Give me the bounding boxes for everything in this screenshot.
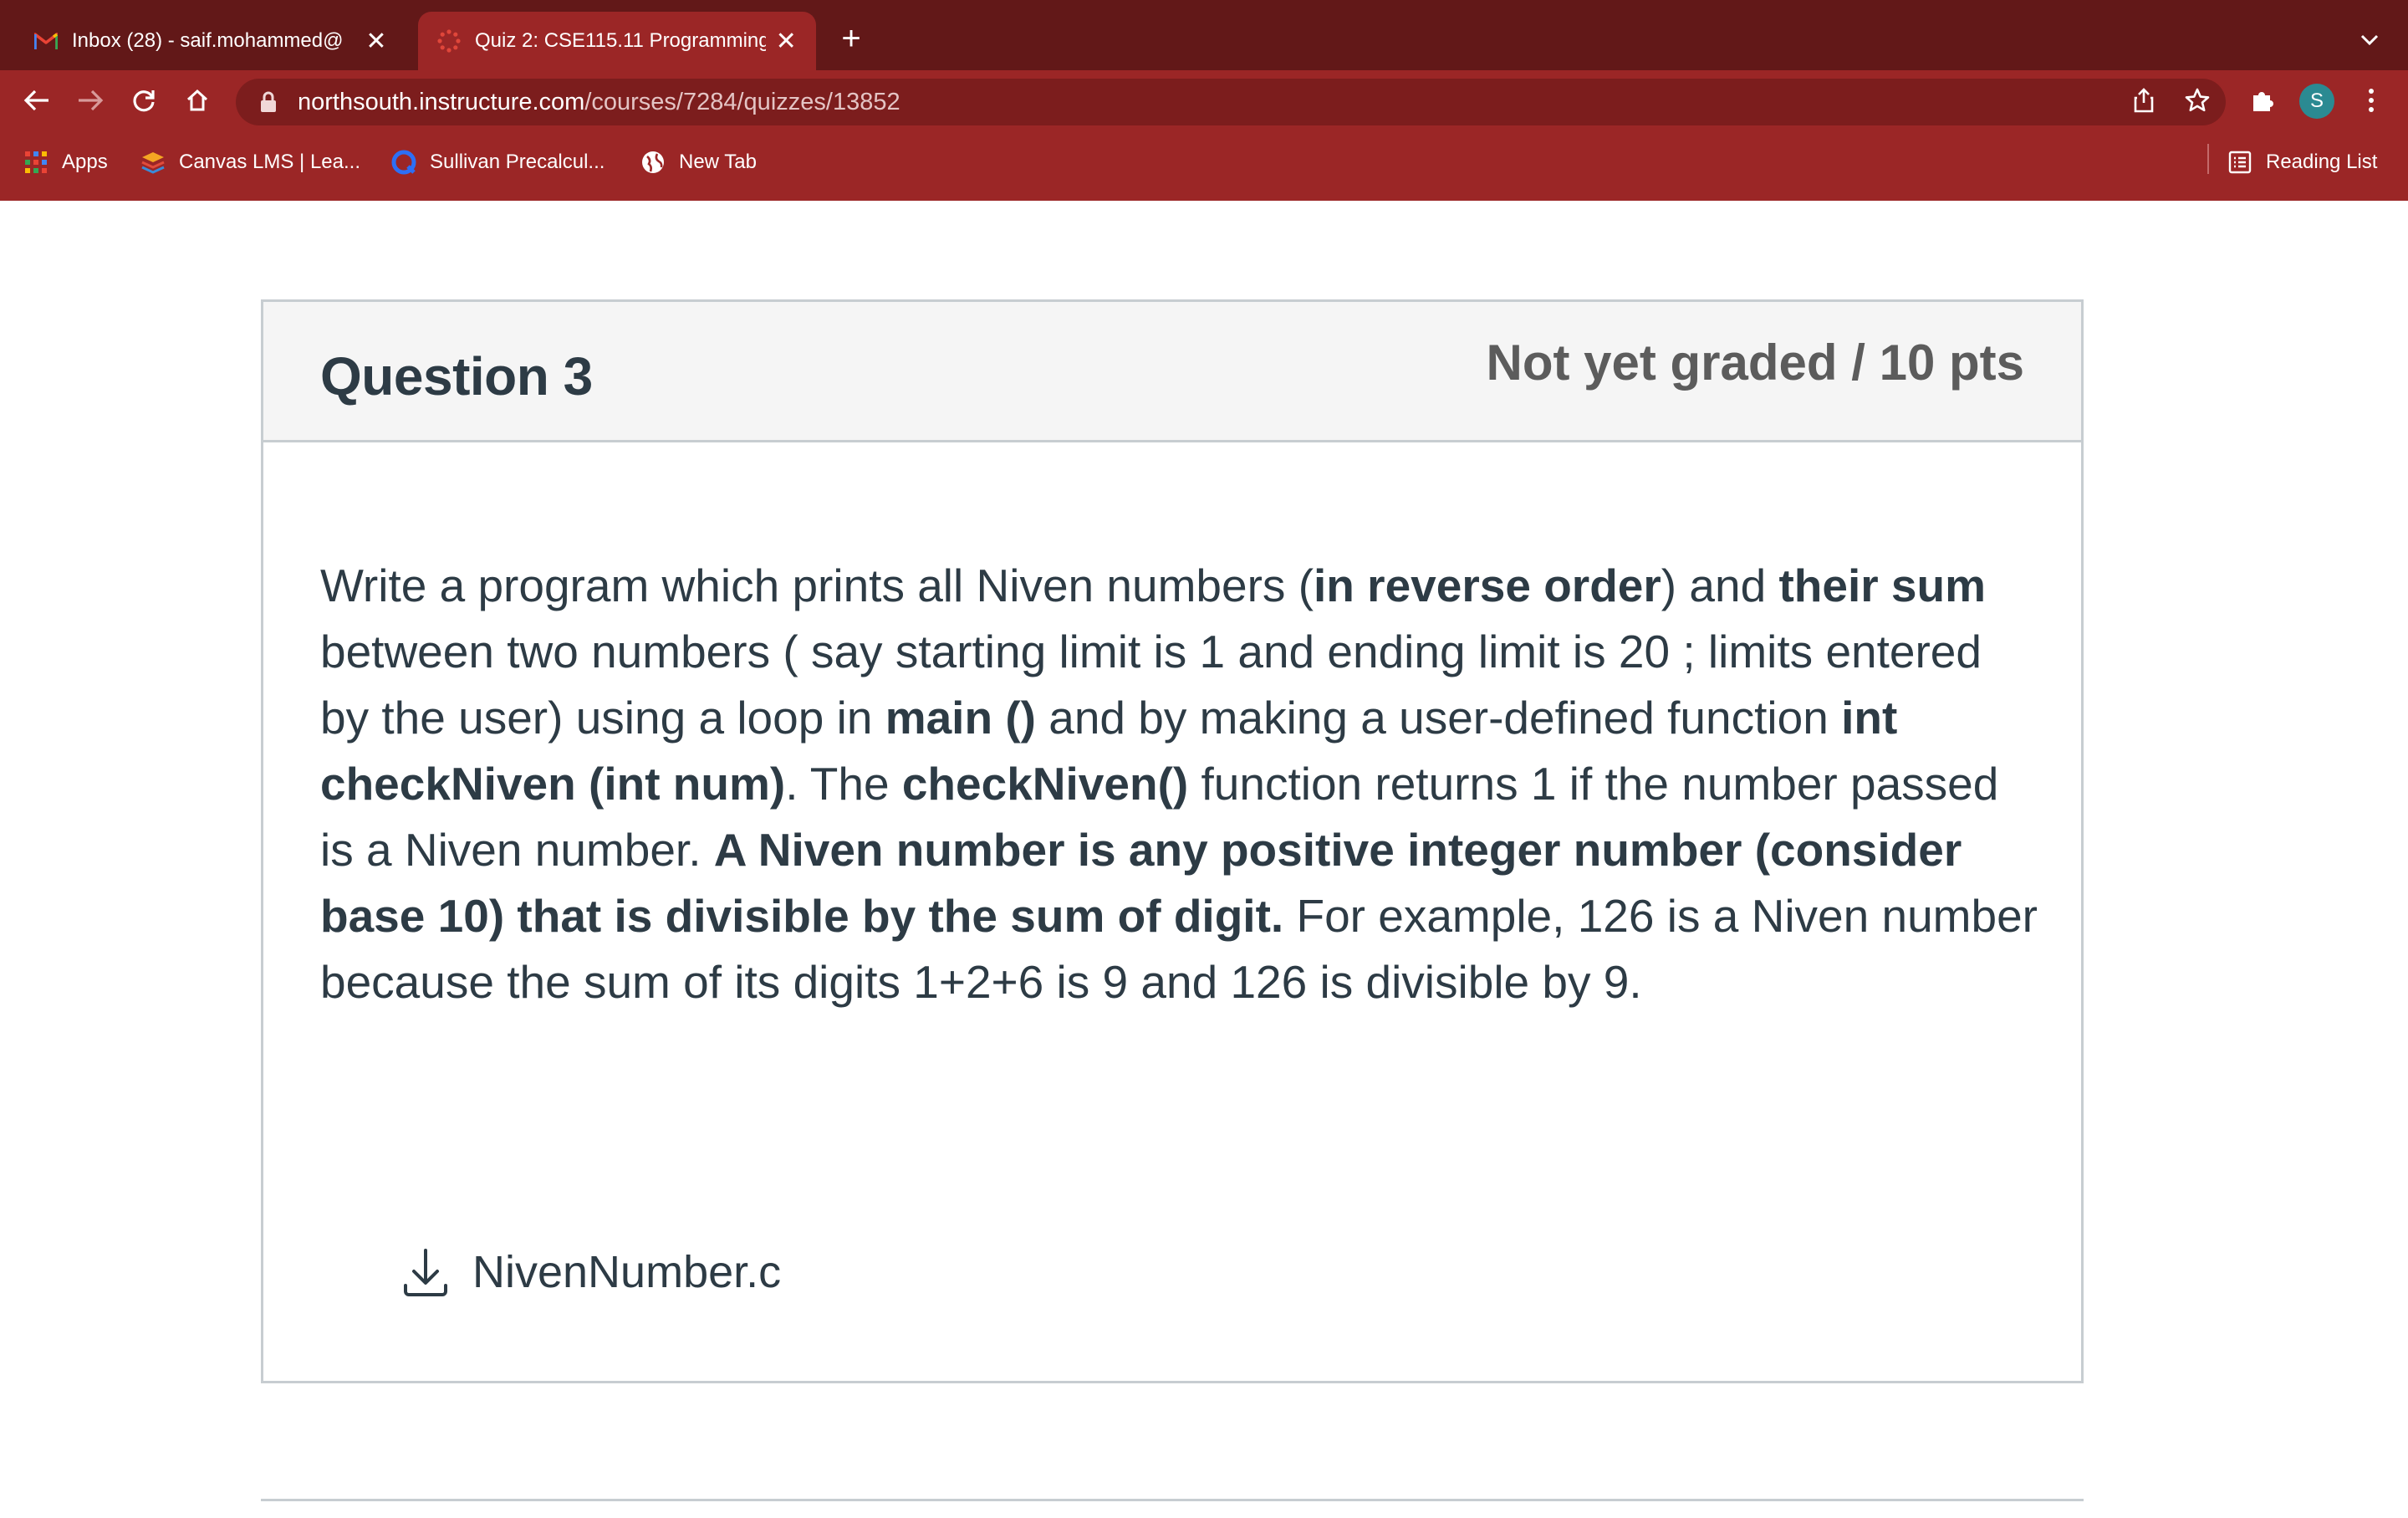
reload-icon[interactable] [124,80,164,120]
address-bar[interactable]: northsouth.instructure.com/courses/7284/… [236,79,2226,125]
tab-quiz[interactable]: Quiz 2: CSE115.11 Programming ✕ [418,12,816,70]
bookmark-new-tab[interactable]: New Tab [640,141,757,184]
bookmark-apps[interactable]: Apps [23,141,108,184]
next-question-card-edge [261,1499,2084,1518]
url-text: northsouth.instructure.com/courses/7284/… [298,89,900,116]
question-text: Write a program which prints all Niven n… [320,553,2043,1015]
download-icon [400,1245,451,1299]
question-text-emphasis: checkNiven() [901,758,1189,810]
bookmarks-divider [2207,144,2209,174]
question-header: Question 3 Not yet graded / 10 pts [263,302,2081,442]
globe-icon [640,150,666,175]
question-text-emphasis: main () [885,692,1036,744]
bookmark-star-icon[interactable] [2177,80,2217,120]
bookmark-canvas-lms[interactable]: Canvas LMS | Lea... [140,141,360,184]
tab-close-icon[interactable]: ✕ [774,28,798,55]
attachment-link[interactable]: NivenNumber.c [400,1239,781,1306]
lock-icon[interactable] [259,91,278,113]
reading-list-icon [2227,150,2252,175]
bookmark-label: Apps [62,151,108,173]
url-path: /courses/7284/quizzes/13852 [584,88,900,115]
reading-list-label: Reading List [2266,151,2378,173]
tab-close-icon[interactable]: ✕ [365,28,388,55]
tab-gmail-inbox[interactable]: Inbox (28) - saif.mohammed@ ✕ [15,12,406,70]
bookmark-label: Sullivan Precalcul... [430,151,605,173]
question-text-segment: . The [785,758,902,810]
canvas-layers-icon [140,150,166,175]
question-text-emphasis: in reverse order [1314,560,1661,611]
apps-grid-icon [23,150,48,175]
question-points: Not yet graded / 10 pts [1486,335,2024,391]
bookmark-label: New Tab [679,151,757,173]
url-host: northsouth.instructure.com [298,88,585,115]
question-text-segment: Write a program which prints all Niven n… [320,560,1314,611]
browser-menu-kebab-icon[interactable] [2351,80,2391,120]
back-arrow-icon[interactable] [17,80,57,120]
question-text-emphasis: their sum [1778,560,1987,611]
bookmark-sullivan-precalculus[interactable]: Sullivan Precalcul... [391,141,605,184]
bookmark-label: Canvas LMS | Lea... [179,151,361,173]
share-icon[interactable] [2124,80,2164,120]
question-card: Question 3 Not yet graded / 10 pts Write… [261,299,2084,1383]
q-logo-icon [391,150,416,175]
question-title: Question 3 [320,346,593,406]
canvas-icon [436,28,462,54]
home-icon[interactable] [177,80,217,120]
question-text-segment: and by making a user-defined function [1035,692,1842,744]
forward-arrow-icon[interactable] [70,80,110,120]
tab-search-chevron-down-icon[interactable] [2351,22,2388,59]
attachment-filename: NivenNumber.c [472,1247,782,1297]
tab-title: Inbox (28) - saif.mohammed@ [72,29,344,52]
question-text-segment: ) and [1661,560,1779,611]
profile-avatar[interactable]: S [2299,84,2334,119]
reading-list-button[interactable]: Reading List [2227,141,2377,184]
gmail-icon [33,28,59,54]
tab-title: Quiz 2: CSE115.11 Programming [475,29,767,52]
extensions-puzzle-icon[interactable] [2242,80,2283,120]
new-tab-button[interactable]: + [833,20,870,57]
